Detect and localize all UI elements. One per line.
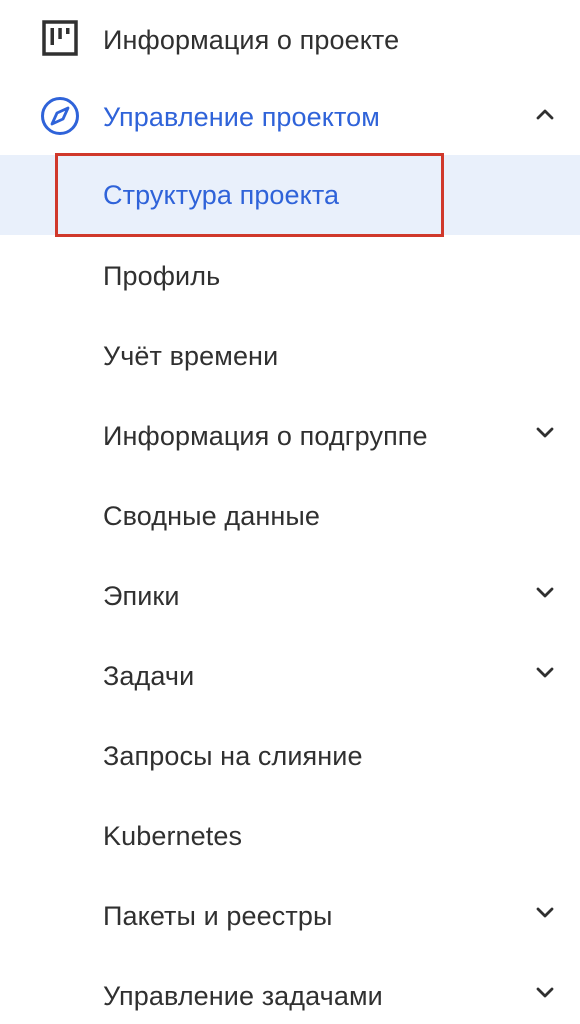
chevron-down-icon[interactable]: [534, 421, 556, 443]
nav-subitem-kubernetes[interactable]: Kubernetes: [0, 796, 580, 876]
nav-subitem-profile[interactable]: Профиль: [0, 236, 580, 316]
nav-subitem-tasks[interactable]: Задачи: [0, 636, 580, 716]
nav-subitem-time-tracking[interactable]: Учёт времени: [0, 316, 580, 396]
nav-subitem-label: Задачи: [103, 661, 195, 691]
compass-icon: [40, 96, 80, 136]
nav-subitem-label: Сводные данные: [103, 501, 320, 531]
nav-item-project-info[interactable]: Информация о проекте: [0, 0, 580, 80]
nav-subitem-subgroup-info[interactable]: Информация о подгруппе: [0, 396, 580, 476]
nav-subitem-label: Информация о подгруппе: [103, 421, 428, 451]
nav-subitem-task-management[interactable]: Управление задачами: [0, 956, 580, 1024]
nav-item-label: Управление проектом: [103, 102, 380, 132]
project-sidebar: Информация о проекте Управление проектом…: [0, 0, 580, 1024]
nav-subitem-merge-requests[interactable]: Запросы на слияние: [0, 716, 580, 796]
chevron-down-icon[interactable]: [534, 581, 556, 603]
chevron-up-icon[interactable]: [534, 104, 556, 126]
nav-subitem-summary-data[interactable]: Сводные данные: [0, 476, 580, 556]
nav-subitem-label: Эпики: [103, 581, 180, 611]
nav-subitem-label: Структура проекта: [103, 180, 340, 210]
nav-item-project-management[interactable]: Управление проектом: [0, 77, 580, 157]
chevron-down-icon[interactable]: [534, 661, 556, 683]
board-icon: [40, 19, 80, 59]
nav-subitem-label: Управление задачами: [103, 981, 383, 1011]
nav-subitem-label: Kubernetes: [103, 821, 243, 851]
nav-subitem-label: Профиль: [103, 261, 221, 291]
nav-subitem-project-structure[interactable]: Структура проекта: [0, 155, 580, 235]
nav-subitem-label: Запросы на слияние: [103, 741, 363, 771]
chevron-down-icon[interactable]: [534, 981, 556, 1003]
chevron-down-icon[interactable]: [534, 901, 556, 923]
nav-subitem-epics[interactable]: Эпики: [0, 556, 580, 636]
nav-subitem-packages-registries[interactable]: Пакеты и реестры: [0, 876, 580, 956]
nav-item-label: Информация о проекте: [103, 25, 400, 55]
nav-subitem-label: Пакеты и реестры: [103, 901, 333, 931]
nav-subitem-label: Учёт времени: [103, 341, 279, 371]
